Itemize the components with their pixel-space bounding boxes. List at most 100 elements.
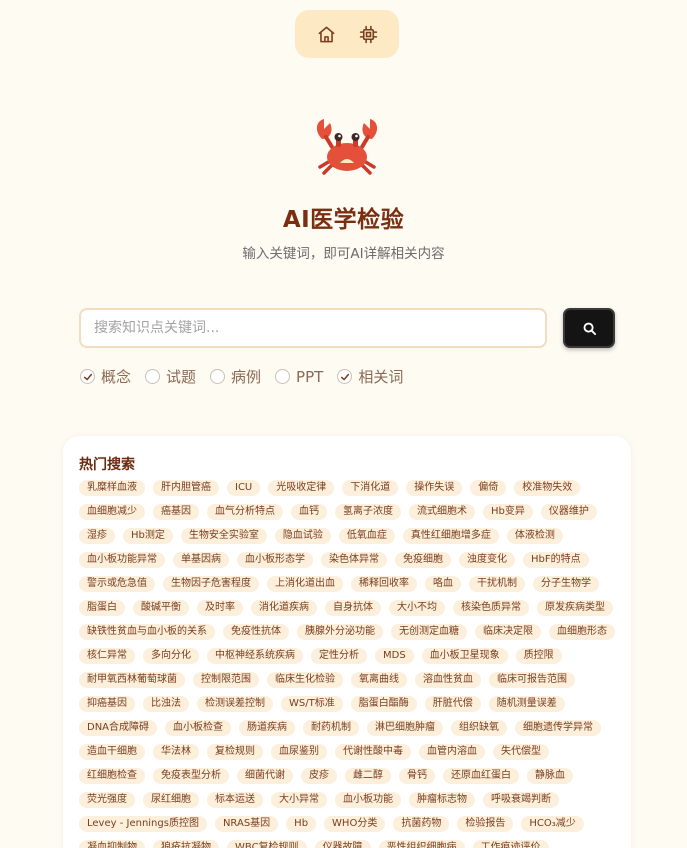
- hot-search-tag[interactable]: 恶性组织细胞病: [378, 840, 465, 848]
- hot-search-tag[interactable]: 尿红细胞: [143, 792, 199, 808]
- hot-search-tag[interactable]: 胰腺外分泌功能: [297, 624, 383, 640]
- hot-search-tag[interactable]: 血管内溶血: [419, 744, 485, 760]
- hot-search-tag[interactable]: 雌二醇: [345, 768, 391, 784]
- hot-search-tag[interactable]: 仪器维护: [540, 504, 597, 520]
- hot-search-tag[interactable]: 偏倚: [470, 480, 507, 496]
- hot-search-tag[interactable]: 血小板检查: [165, 720, 232, 736]
- hot-search-tag[interactable]: 耐甲氧西林葡萄球菌: [79, 672, 185, 688]
- hot-search-tag[interactable]: 真性红细胞增多症: [402, 528, 499, 544]
- hot-search-tag[interactable]: 单基因病: [173, 552, 229, 568]
- hot-search-tag[interactable]: 血尿鉴别: [271, 744, 327, 760]
- hot-search-tag[interactable]: 狼疮抗凝物: [153, 840, 219, 848]
- hot-search-tag[interactable]: 大小异常: [271, 792, 327, 808]
- hot-search-tag[interactable]: 脂蛋白: [79, 600, 125, 616]
- hot-search-tag[interactable]: 癌基因: [153, 504, 199, 520]
- hot-search-tag[interactable]: 乳糜样血液: [79, 480, 145, 496]
- hot-search-tag[interactable]: 血钙: [291, 504, 327, 520]
- hot-search-tag[interactable]: 溶血性贫血: [415, 672, 481, 688]
- hot-search-tag[interactable]: 定性分析: [311, 648, 367, 664]
- hot-search-tag[interactable]: 咯血: [425, 576, 461, 592]
- hot-search-tag[interactable]: 检测误差控制: [197, 696, 273, 712]
- hot-search-tag[interactable]: 肿瘤标志物: [409, 792, 475, 808]
- hot-search-tag[interactable]: HCO₃减少: [521, 816, 584, 832]
- hot-search-tag[interactable]: 代谢性酸中毒: [335, 744, 411, 760]
- hot-search-tag[interactable]: 大小不均: [389, 600, 445, 616]
- hot-search-tag[interactable]: 无创测定血糖: [391, 624, 467, 640]
- hot-search-tag[interactable]: 免疫性抗体: [223, 624, 289, 640]
- hot-search-tag[interactable]: 耐药机制: [303, 720, 360, 736]
- hot-search-tag[interactable]: 浊度变化: [459, 552, 515, 568]
- hot-search-tag[interactable]: 呼吸衰竭判断: [483, 792, 559, 808]
- hot-search-tag[interactable]: 骨钙: [399, 768, 435, 784]
- option-checkbox[interactable]: 概念: [80, 366, 131, 387]
- hot-search-tag[interactable]: 还原血红蛋白: [443, 768, 519, 784]
- hot-search-tag[interactable]: 血气分析特点: [207, 504, 283, 520]
- hot-search-tag[interactable]: 免疫细胞: [395, 552, 451, 568]
- hot-search-tag[interactable]: 及时率: [197, 600, 243, 616]
- hot-search-tag[interactable]: 失代偿型: [493, 744, 549, 760]
- hot-search-tag[interactable]: 流式细胞术: [409, 504, 475, 520]
- hot-search-tag[interactable]: 荧光强度: [79, 792, 135, 808]
- hot-search-tag[interactable]: 警示或危急值: [79, 576, 155, 592]
- hot-search-tag[interactable]: 肝脏代偿: [424, 696, 481, 712]
- hot-search-tag[interactable]: 细胞遗传学异常: [515, 720, 602, 736]
- hot-search-tag[interactable]: Hb测定: [123, 528, 173, 544]
- hot-search-tag[interactable]: 生物安全实验室: [180, 528, 267, 544]
- hot-search-tag[interactable]: 氧离曲线: [351, 672, 407, 688]
- hot-search-tag[interactable]: 核染色质异常: [453, 600, 529, 616]
- hot-search-tag[interactable]: 检验报告: [457, 816, 514, 832]
- hot-search-tag[interactable]: 细菌代谢: [237, 768, 293, 784]
- hot-search-tag[interactable]: WBC复检规则: [227, 840, 307, 848]
- search-input[interactable]: [79, 308, 547, 348]
- hot-search-tag[interactable]: 干扰机制: [469, 576, 525, 592]
- hot-search-tag[interactable]: 缺铁性贫血与血小板的关系: [79, 624, 215, 640]
- hot-search-tag[interactable]: Hb变异: [483, 504, 533, 520]
- hot-search-tag[interactable]: WHO分类: [324, 816, 386, 832]
- hot-search-tag[interactable]: 比浊法: [143, 696, 189, 712]
- hot-search-tag[interactable]: 自身抗体: [325, 600, 381, 616]
- hot-search-tag[interactable]: HbF的特点: [523, 552, 589, 568]
- hot-search-tag[interactable]: 抑癌基因: [79, 696, 135, 712]
- hot-search-tag[interactable]: 湿疹: [79, 528, 115, 544]
- hot-search-tag[interactable]: 原发疾病类型: [537, 600, 613, 616]
- hot-search-tag[interactable]: 血小板形态学: [237, 552, 313, 568]
- hot-search-tag[interactable]: 随机测量误差: [488, 696, 565, 712]
- hot-search-tag[interactable]: 核仁异常: [79, 648, 135, 664]
- hot-search-tag[interactable]: 氢离子浓度: [335, 504, 401, 520]
- hot-search-tag[interactable]: 质控限: [515, 648, 562, 664]
- hot-search-tag[interactable]: 红细胞检查: [79, 768, 145, 784]
- hot-search-tag[interactable]: 血小板功能: [335, 792, 401, 808]
- hot-search-tag[interactable]: ICU: [227, 480, 261, 496]
- hot-search-tag[interactable]: NRAS基因: [214, 816, 279, 832]
- hot-search-tag[interactable]: 仪器故障: [314, 840, 371, 848]
- hot-search-tag[interactable]: 抗菌药物: [393, 816, 450, 832]
- hot-search-tag[interactable]: 操作失误: [406, 480, 463, 496]
- option-checkbox[interactable]: PPT: [275, 368, 323, 386]
- hot-search-tag[interactable]: 造血干细胞: [79, 744, 145, 760]
- hot-search-tag[interactable]: 临床决定限: [475, 624, 541, 640]
- hot-search-tag[interactable]: 组织缺氧: [451, 720, 508, 736]
- hot-search-tag[interactable]: 血小板卫星现象: [421, 648, 508, 664]
- hot-search-tag[interactable]: 稀释回收率: [351, 576, 417, 592]
- hot-search-tag[interactable]: 标本运送: [207, 792, 263, 808]
- hot-search-tag[interactable]: MDS: [375, 648, 414, 664]
- hot-search-tag[interactable]: 皮疹: [301, 768, 337, 784]
- hot-search-tag[interactable]: 血细胞减少: [79, 504, 145, 520]
- hot-search-tag[interactable]: 分子生物学: [533, 576, 599, 592]
- hot-search-tag[interactable]: 染色体异常: [321, 552, 387, 568]
- hot-search-tag[interactable]: 消化道疾病: [251, 600, 317, 616]
- hot-search-tag[interactable]: 临床生化检验: [267, 672, 343, 688]
- hot-search-tag[interactable]: 生物因子危害程度: [163, 576, 259, 592]
- hot-search-tag[interactable]: 体液检测: [506, 528, 563, 544]
- hot-search-tag[interactable]: 脂蛋白酯酶: [350, 696, 417, 712]
- hot-search-tag[interactable]: 免疫表型分析: [153, 768, 229, 784]
- hot-search-tag[interactable]: 多向分化: [143, 648, 199, 664]
- hot-search-tag[interactable]: 下消化道: [342, 480, 399, 496]
- hot-search-tag[interactable]: 静脉血: [527, 768, 573, 784]
- hot-search-tag[interactable]: 隐血试验: [274, 528, 331, 544]
- hot-search-tag[interactable]: 低氧血症: [338, 528, 395, 544]
- hot-search-tag[interactable]: 淋巴细胞肿瘤: [367, 720, 444, 736]
- hot-search-tag[interactable]: 上消化道出血: [267, 576, 343, 592]
- chip-button[interactable]: [350, 16, 386, 52]
- option-checkbox[interactable]: 相关词: [337, 366, 403, 387]
